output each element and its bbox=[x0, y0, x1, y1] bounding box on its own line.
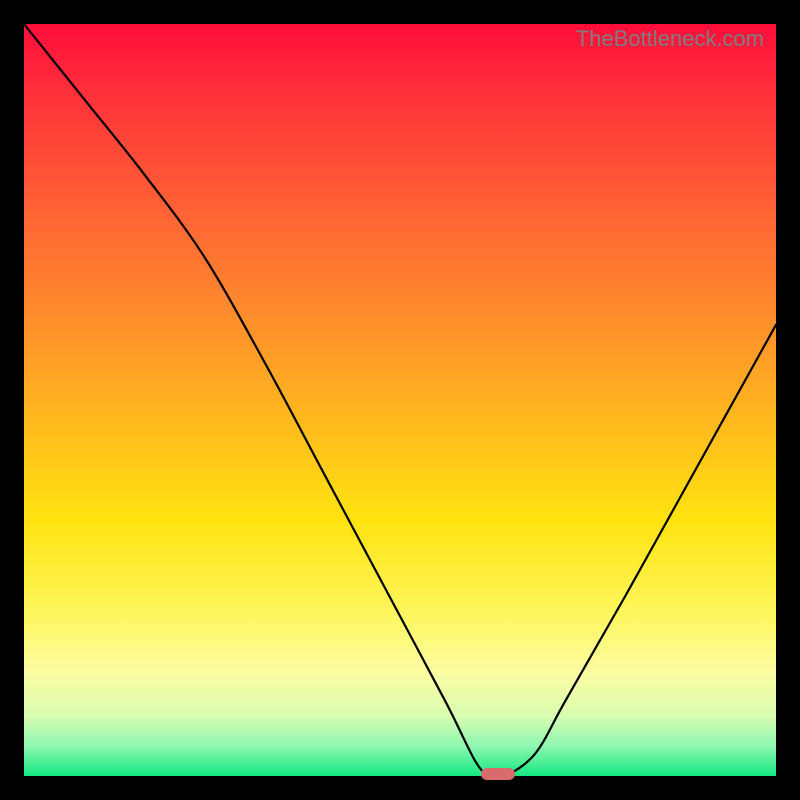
curve-path bbox=[24, 24, 776, 778]
optimal-marker bbox=[481, 768, 515, 780]
chart-frame: TheBottleneck.com bbox=[0, 0, 800, 800]
plot-area: TheBottleneck.com bbox=[24, 24, 776, 776]
bottleneck-curve bbox=[24, 24, 776, 776]
